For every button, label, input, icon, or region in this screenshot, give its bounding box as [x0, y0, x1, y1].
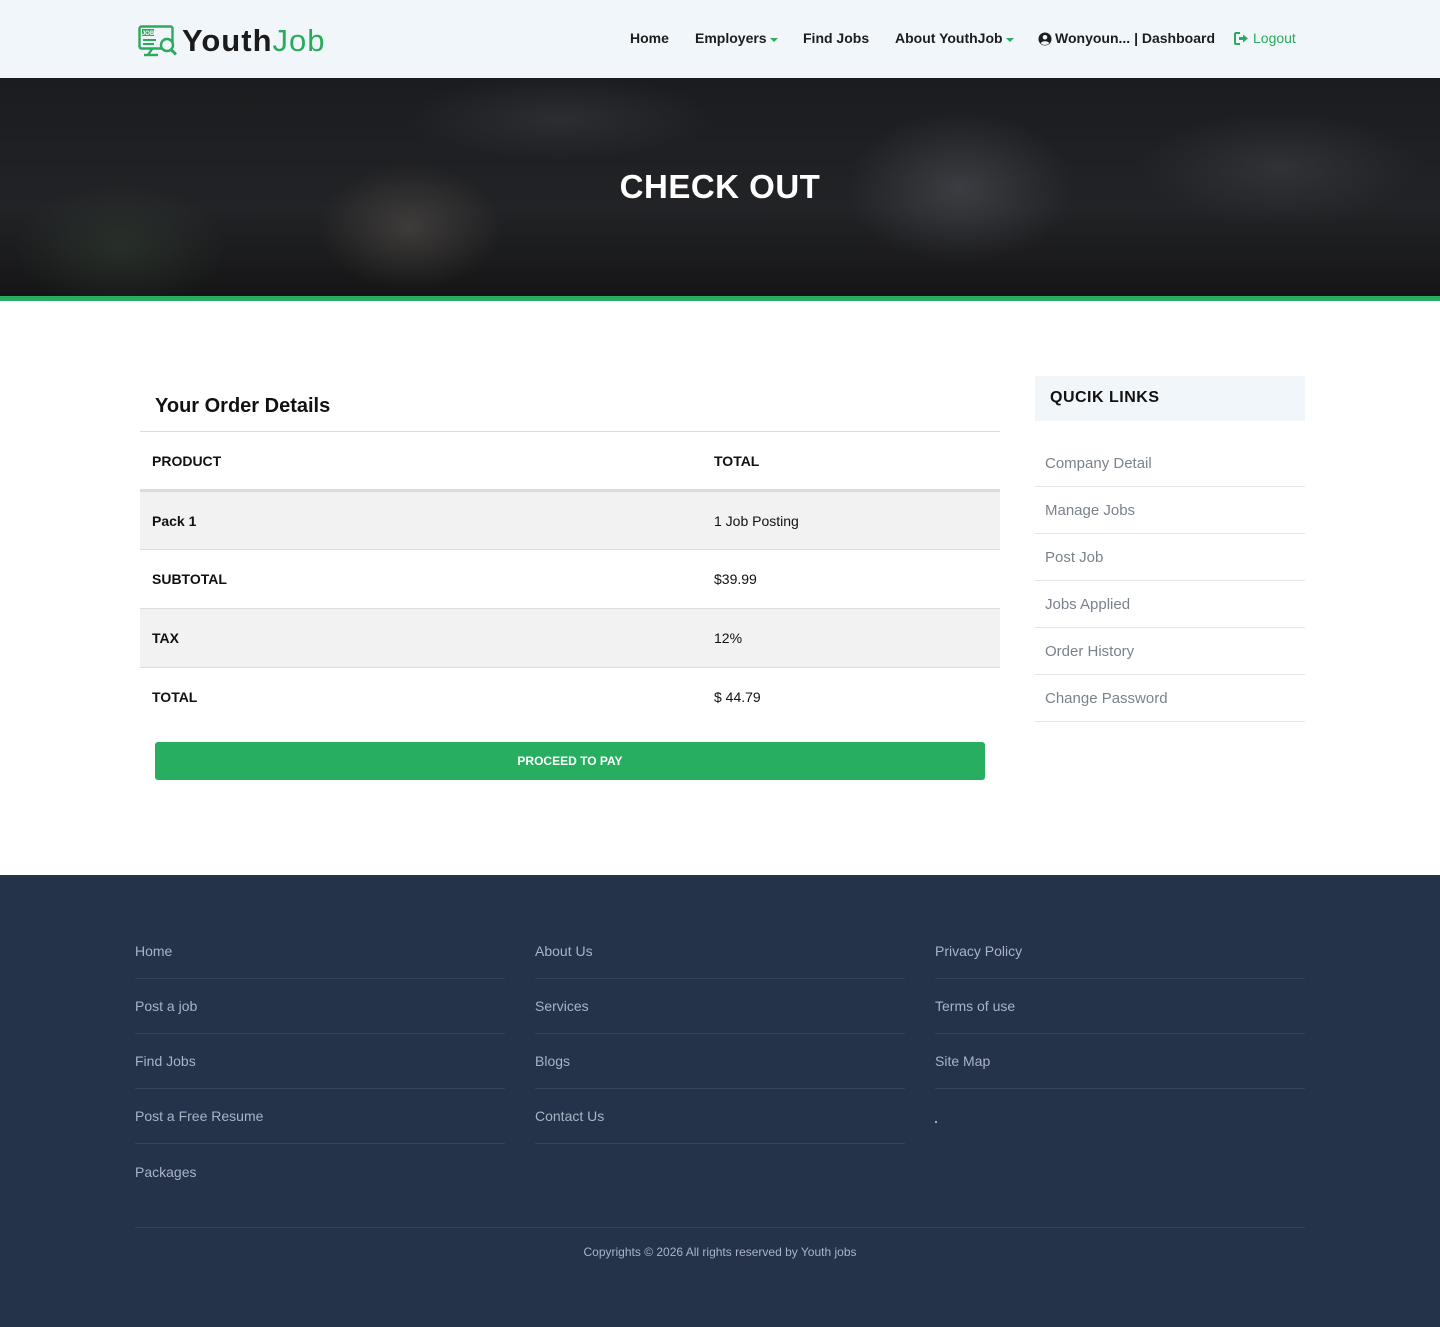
- footer-divider: [135, 1227, 1305, 1228]
- nav-about-label: About YouthJob: [895, 30, 1003, 46]
- caret-down-icon: [1005, 37, 1014, 42]
- footer-link-post-free-resume[interactable]: Post a Free Resume: [135, 1089, 505, 1144]
- caret-down-icon: [769, 37, 778, 42]
- row-label-total: TOTAL: [152, 689, 198, 705]
- row-value-product: 1 Job Posting: [714, 512, 799, 529]
- site-header: JOB YouthJob Home Employers Find Jobs Ab…: [0, 0, 1440, 78]
- nav-logout[interactable]: Logout: [1234, 30, 1296, 47]
- row-value-tax: 12%: [714, 630, 743, 646]
- quick-link-change-password[interactable]: Change Password: [1035, 675, 1305, 722]
- footer-column-3: Privacy Policy Terms of use Site Map: [935, 923, 1305, 1089]
- footer-dot: [935, 1121, 937, 1123]
- footer-link-packages[interactable]: Packages: [135, 1144, 505, 1199]
- nav-about[interactable]: About YouthJob: [895, 30, 1014, 47]
- quick-links-header: QUCIK LINKS: [1035, 376, 1305, 421]
- quick-link-post-job[interactable]: Post Job: [1035, 534, 1305, 581]
- page-banner: CHECK OUT: [0, 78, 1440, 296]
- footer-link-services[interactable]: Services: [535, 979, 905, 1034]
- footer-link-privacy-policy[interactable]: Privacy Policy: [935, 923, 1305, 979]
- table-row: Pack 1 1 Job Posting: [140, 492, 1000, 550]
- row-label-tax: TAX: [152, 630, 179, 646]
- table-row: TOTAL $ 44.79: [140, 668, 1000, 726]
- order-table-header: PRODUCT TOTAL: [140, 432, 1000, 492]
- quick-link-company-detail[interactable]: Company Detail: [1035, 441, 1305, 487]
- nav-find-jobs[interactable]: Find Jobs: [803, 30, 869, 47]
- quick-link-order-history[interactable]: Order History: [1035, 628, 1305, 675]
- nav-user-dashboard[interactable]: Wonyoun... | Dashboard: [1038, 30, 1215, 47]
- column-header-total: TOTAL: [714, 452, 760, 469]
- nav-home[interactable]: Home: [630, 30, 669, 47]
- footer-link-about-us[interactable]: About Us: [535, 923, 905, 979]
- row-value-subtotal: $39.99: [714, 571, 757, 587]
- footer-link-home[interactable]: Home: [135, 923, 505, 979]
- table-row: TAX 12%: [140, 609, 1000, 668]
- user-circle-icon: [1038, 32, 1052, 45]
- footer-column-1: Home Post a job Find Jobs Post a Free Re…: [135, 923, 505, 1199]
- row-value-total: $ 44.79: [714, 689, 761, 705]
- proceed-to-pay-button[interactable]: PROCEED TO PAY: [155, 742, 985, 780]
- row-label-product: Pack 1: [152, 512, 197, 529]
- banner-accent-line: [0, 296, 1440, 301]
- sign-out-icon: [1234, 32, 1248, 45]
- footer-link-find-jobs[interactable]: Find Jobs: [135, 1034, 505, 1089]
- table-row: SUBTOTAL $39.99: [140, 550, 1000, 609]
- quick-links-list: Company Detail Manage Jobs Post Job Jobs…: [1035, 441, 1305, 722]
- column-header-product: PRODUCT: [152, 452, 222, 469]
- main-nav: Home Employers Find Jobs About YouthJob …: [0, 30, 1440, 50]
- footer-link-blogs[interactable]: Blogs: [535, 1034, 905, 1089]
- quick-links-title: QUCIK LINKS: [1050, 389, 1160, 406]
- quick-link-jobs-applied[interactable]: Jobs Applied: [1035, 581, 1305, 628]
- footer-link-post-a-job[interactable]: Post a job: [135, 979, 505, 1034]
- footer-column-2: About Us Services Blogs Contact Us: [535, 923, 905, 1144]
- footer-link-contact-us[interactable]: Contact Us: [535, 1089, 905, 1144]
- nav-employers[interactable]: Employers: [695, 30, 778, 47]
- nav-logout-label: Logout: [1253, 30, 1296, 46]
- nav-user-label: Wonyoun... | Dashboard: [1055, 30, 1215, 46]
- page-title: CHECK OUT: [619, 168, 821, 205]
- footer-link-terms-of-use[interactable]: Terms of use: [935, 979, 1305, 1034]
- site-footer: Home Post a job Find Jobs Post a Free Re…: [0, 875, 1440, 1327]
- nav-employers-label: Employers: [695, 30, 767, 46]
- row-label-subtotal: SUBTOTAL: [152, 571, 227, 587]
- footer-copyright: Copyrights © 2026 All rights reserved by…: [583, 1245, 857, 1259]
- quick-link-manage-jobs[interactable]: Manage Jobs: [1035, 487, 1305, 534]
- order-details-title: Your Order Details: [155, 395, 331, 417]
- footer-link-site-map[interactable]: Site Map: [935, 1034, 1305, 1089]
- order-table: PRODUCT TOTAL Pack 1 1 Job Posting SUBTO…: [140, 431, 1000, 726]
